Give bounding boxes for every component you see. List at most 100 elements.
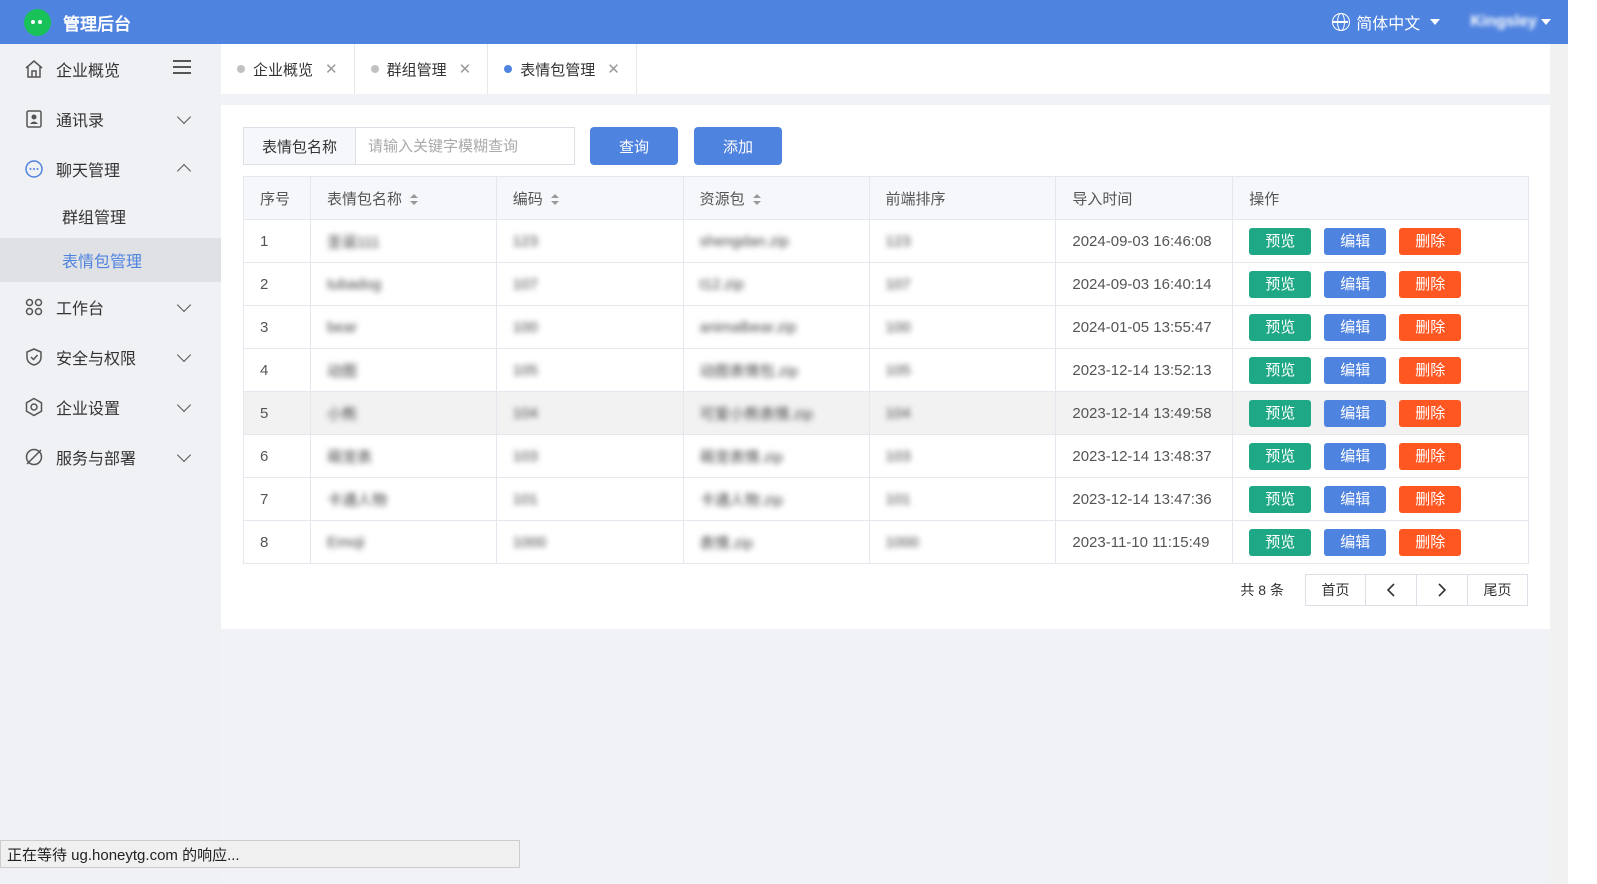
user-menu[interactable]: Kingsley <box>1470 13 1551 31</box>
cell-name: tubadog <box>309 262 497 306</box>
cell-time: 2023-12-14 13:52:13 <box>1055 348 1234 392</box>
table-row: 4 动图 105 动图表情包.zip 105 2023-12-14 13:52:13 预览编… <box>243 348 1529 392</box>
cell-code-text: 107 <box>512 275 538 293</box>
preview-button[interactable]: 预览 <box>1249 442 1312 470</box>
delete-button[interactable]: 删除 <box>1399 356 1462 384</box>
cell-time-text: 2023-11-10 11:15:49 <box>1072 533 1210 551</box>
cell-package-text: 可爱小熊表情.zip <box>699 405 813 423</box>
close-icon[interactable]: ✕ <box>459 60 472 78</box>
cell-index-text: 7 <box>260 490 269 508</box>
edit-button[interactable]: 编辑 <box>1324 227 1387 255</box>
first-page-button[interactable]: 首页 <box>1305 574 1366 606</box>
cell-name-text: 动图 <box>326 362 357 380</box>
preview-button[interactable]: 预览 <box>1249 528 1312 556</box>
delete-button[interactable]: 删除 <box>1399 528 1462 556</box>
cell-code-text: 101 <box>512 490 538 508</box>
cell-code: 123 <box>495 219 684 263</box>
edit-button[interactable]: 编辑 <box>1324 528 1387 556</box>
cell-code: 107 <box>495 262 684 306</box>
sidebar-item-chat[interactable]: 聊天管理 <box>0 144 221 194</box>
table-row: 7 卡通人物 101 卡通人物.zip 101 2023-12-14 13:47:36 预览… <box>243 477 1529 521</box>
preview-button[interactable]: 预览 <box>1249 227 1312 255</box>
tab-stickers[interactable]: 表情包管理 ✕ <box>488 44 637 94</box>
cell-package-text: 卡通人物.zip <box>699 491 783 509</box>
sidebar-item-workbench[interactable]: 工作台 <box>0 282 221 332</box>
delete-button[interactable]: 删除 <box>1399 485 1462 513</box>
sort-icon[interactable] <box>550 193 559 206</box>
cell-actions: 预览 编辑 删除 <box>1232 477 1529 521</box>
cell-time: 2024-01-05 13:55:47 <box>1055 305 1234 349</box>
cell-actions: 预览 编辑 删除 <box>1232 305 1529 349</box>
query-button[interactable]: 查询 <box>590 127 678 165</box>
preview-button[interactable]: 预览 <box>1249 399 1312 427</box>
preview-button[interactable]: 预览 <box>1249 313 1312 341</box>
sidebar-subitem-stickers[interactable]: 表情包管理 <box>0 238 221 282</box>
sidebar-subitem-groups[interactable]: 群组管理 <box>0 194 221 238</box>
add-button[interactable]: 添加 <box>694 127 782 165</box>
next-page-button[interactable] <box>1416 574 1468 606</box>
sidebar-item-label: 企业设置 <box>56 401 121 418</box>
cell-name: bear <box>309 305 497 349</box>
cell-code-text: 100 <box>512 318 538 336</box>
grid-icon <box>24 297 44 317</box>
preview-button[interactable]: 预览 <box>1249 270 1312 298</box>
col-header-name[interactable]: 表情包名称 <box>309 176 497 220</box>
cell-time: 2024-09-03 16:46:08 <box>1055 219 1234 263</box>
tab-label: 企业概览 <box>253 61 314 79</box>
preview-button[interactable]: 预览 <box>1249 485 1312 513</box>
chat-logo-icon <box>24 8 51 36</box>
last-page-button[interactable]: 尾页 <box>1467 574 1528 606</box>
sidebar-item-deploy[interactable]: 服务与部署 <box>0 432 221 482</box>
col-header-package[interactable]: 资源包 <box>682 176 870 220</box>
table-row: 1 圣诞111 123 shengdan.zip 123 2024-09-03 16:46… <box>243 219 1529 263</box>
cell-package: 可爱小熊表情.zip <box>682 391 870 435</box>
edit-button[interactable]: 编辑 <box>1324 485 1387 513</box>
cell-code-text: 105 <box>512 361 538 379</box>
edit-button[interactable]: 编辑 <box>1324 442 1387 470</box>
language-label: 简体中文 <box>1356 16 1421 33</box>
delete-button[interactable]: 删除 <box>1399 399 1462 427</box>
col-header-time: 导入时间 <box>1055 176 1234 220</box>
col-header-label: 编码 <box>512 190 543 208</box>
close-icon[interactable]: ✕ <box>325 60 338 78</box>
sidebar-item-overview[interactable]: 企业概览 <box>0 44 221 94</box>
right-strip <box>1568 0 1597 884</box>
edit-button[interactable]: 编辑 <box>1324 399 1387 427</box>
cell-index-text: 1 <box>260 232 269 250</box>
cell-code: 100 <box>495 305 684 349</box>
pagination: 共 8 条 首页 尾页 <box>1240 574 1528 606</box>
col-header-actions: 操作 <box>1232 176 1529 220</box>
prev-page-button[interactable] <box>1365 574 1417 606</box>
preview-button[interactable]: 预览 <box>1249 356 1312 384</box>
dot-icon <box>237 65 245 73</box>
delete-button[interactable]: 删除 <box>1399 442 1462 470</box>
collapse-menu-icon[interactable] <box>173 60 191 76</box>
delete-button[interactable]: 删除 <box>1399 270 1462 298</box>
cell-name-text: Emoji <box>326 533 365 551</box>
col-header-code[interactable]: 编码 <box>495 176 684 220</box>
tab-overview[interactable]: 企业概览 ✕ <box>221 44 355 94</box>
sort-icon[interactable] <box>752 193 761 206</box>
sidebar-item-contacts[interactable]: 通讯录 <box>0 94 221 144</box>
cell-order: 101 <box>868 477 1057 521</box>
edit-button[interactable]: 编辑 <box>1324 270 1387 298</box>
sort-icon[interactable] <box>409 193 418 206</box>
sidebar-item-security[interactable]: 安全与权限 <box>0 332 221 382</box>
sidebar-item-settings[interactable]: 企业设置 <box>0 382 221 432</box>
page-scrollbar[interactable] <box>1550 44 1568 884</box>
delete-button[interactable]: 删除 <box>1399 227 1462 255</box>
edit-button[interactable]: 编辑 <box>1324 356 1387 384</box>
delete-button[interactable]: 删除 <box>1399 313 1462 341</box>
sidebar-item-label: 工作台 <box>56 301 105 318</box>
language-selector[interactable]: 简体中文 <box>1332 10 1441 34</box>
table-row: 2 tubadog 107 t12.zip 107 2024-09-03 16:40:14… <box>243 262 1529 306</box>
close-icon[interactable]: ✕ <box>607 60 620 78</box>
search-input[interactable] <box>355 127 575 165</box>
cell-time: 2023-12-14 13:49:58 <box>1055 391 1234 435</box>
edit-button[interactable]: 编辑 <box>1324 313 1387 341</box>
cell-order-text: 123 <box>885 232 911 250</box>
cell-package: animalbear.zip <box>682 305 870 349</box>
chevron-down-icon <box>176 447 192 463</box>
cell-package-text: animalbear.zip <box>699 318 797 336</box>
tab-groups[interactable]: 群组管理 ✕ <box>355 44 489 94</box>
